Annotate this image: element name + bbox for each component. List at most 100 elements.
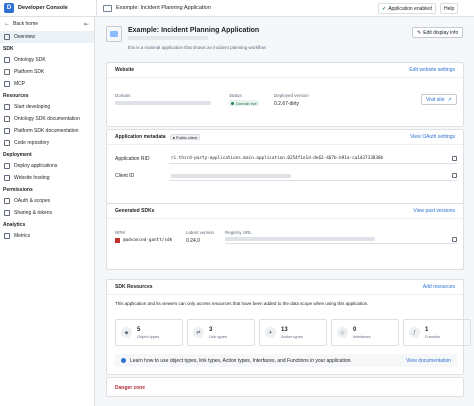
cube-icon: ◆ — [121, 327, 132, 338]
sidebar-item-deploy-applications[interactable]: Deploy applications — [0, 160, 94, 172]
check-icon: ✓ — [382, 5, 387, 12]
generated-sdks-card: Generated SDKs View past versions NPM @a… — [106, 203, 464, 270]
sidebar-item-oauth-scopes[interactable]: OAuth & scopes — [0, 195, 94, 207]
sidebar-item-ontology-sdk-docs[interactable]: Ontology SDK documentation — [0, 113, 94, 125]
latest-version-label: Latest version — [186, 230, 215, 235]
breadcrumb[interactable]: Example: Incident Planning Application — [116, 5, 211, 11]
npm-label: NPM — [115, 230, 125, 235]
chart-icon — [4, 233, 10, 239]
top-bar: D Developer Console Example: Incident Pl… — [0, 0, 474, 17]
application-rid-row: Application RID ri.third-party-applicati… — [115, 154, 457, 164]
link-icon: ⇄ — [193, 327, 204, 338]
visit-site-button[interactable]: Visit site ↗ — [421, 94, 457, 105]
deployed-version-value: 0.2.67-dirty — [274, 101, 300, 107]
git-repo-icon — [4, 140, 10, 146]
danger-zone-title: Danger zone — [115, 385, 146, 391]
website-card: Website Edit website settings Domain Sta… — [106, 62, 464, 127]
copy-icon[interactable] — [452, 173, 457, 178]
mcp-icon — [4, 81, 10, 87]
resources-info-bar: Learn how to use object types, link type… — [115, 354, 457, 367]
application-metadata-card: Application metadata ● Public client View… — [106, 129, 464, 204]
object-types-tile[interactable]: ◆ 5 Object types — [115, 319, 183, 346]
interface-icon: ◇ — [337, 327, 348, 338]
client-id-row: Client ID — [115, 171, 457, 181]
status-label: Status — [229, 93, 242, 98]
deployed-version-label: Deployed version — [274, 93, 309, 98]
danger-zone-card[interactable]: Danger zone — [106, 377, 464, 397]
resources-info-text: Learn how to use object types, link type… — [130, 357, 352, 364]
domain-label: Domain — [115, 93, 131, 98]
sidebar-item-platform-sdk-docs[interactable]: Platform SDK documentation — [0, 125, 94, 137]
sidebar-item-mcp[interactable]: MCP — [0, 78, 94, 90]
application-icon — [103, 4, 112, 12]
function-icon: ƒ — [409, 327, 420, 338]
npm-icon — [115, 238, 120, 243]
view-oauth-settings-link[interactable]: View OAuth settings — [410, 134, 455, 140]
edit-icon: ✎ — [417, 29, 422, 36]
lock-icon: ● — [172, 134, 175, 140]
sidebar-item-start-developing[interactable]: Start developing — [0, 101, 94, 113]
sidebar-section-sdk: SDK — [3, 45, 14, 52]
interfaces-tile[interactable]: ◇ 0 Interfaces — [331, 319, 399, 346]
website-card-title: Website — [115, 67, 135, 73]
sidebar-item-platform-sdk[interactable]: Platform SDK — [0, 66, 94, 78]
cube-icon — [4, 57, 10, 63]
edit-display-info-button[interactable]: ✎ Edit display info — [412, 27, 464, 38]
app-thumbnail — [106, 26, 122, 42]
star-icon[interactable]: ☆ — [248, 27, 253, 34]
collapse-sidebar-icon[interactable]: ⇤ — [84, 21, 89, 28]
sidebar-item-overview[interactable]: Overview — [0, 31, 94, 43]
resource-type-grid: ◆ 5 Object types ⇄ 3 Link types ✦ 13 Action… — [115, 319, 471, 346]
app-header: Example: Incident Planning Application ☆… — [95, 17, 474, 57]
redacted-registry-url — [225, 237, 375, 241]
help-button[interactable]: Help — [440, 3, 459, 14]
main-content: Example: Incident Planning Application ☆… — [95, 17, 474, 406]
view-past-versions-link[interactable]: View past versions — [413, 208, 455, 214]
copy-icon[interactable] — [452, 156, 457, 161]
sidebar-section-deployment: Deployment — [3, 151, 32, 158]
sdk-resources-card: SDK Resources Add resources This applica… — [106, 279, 471, 375]
sidebar: ← Back home ⇤ Overview SDK Ontology SDK … — [0, 17, 95, 406]
edit-website-settings-link[interactable]: Edit website settings — [409, 67, 455, 73]
domain-live-badge: Domain live — [229, 100, 259, 106]
public-client-tag: ● Public client — [169, 134, 201, 140]
add-resources-link[interactable]: Add resources — [423, 284, 455, 290]
function-tile[interactable]: ƒ 1 Function — [403, 319, 471, 346]
app-name: Developer Console — [18, 5, 68, 11]
arrow-left-icon: ← — [4, 21, 10, 27]
app-description: this is a notional application that show… — [128, 45, 266, 50]
sidebar-item-website-hosting[interactable]: Website hosting — [0, 172, 94, 184]
action-icon: ✦ — [265, 327, 276, 338]
rocket-icon — [4, 104, 10, 110]
home-icon — [4, 34, 10, 40]
globe-icon — [4, 175, 10, 181]
client-id-label: Client ID — [115, 173, 135, 179]
link-types-tile[interactable]: ⇄ 3 Link types — [187, 319, 255, 346]
action-types-tile[interactable]: ✦ 13 Action types — [259, 319, 327, 346]
share-icon — [4, 210, 10, 216]
status-badge[interactable]: ✓ Application enabled — [378, 3, 436, 14]
sidebar-item-code-repository[interactable]: Code repository — [0, 137, 94, 149]
document-icon — [4, 116, 10, 122]
metadata-card-title: Application metadata — [115, 134, 166, 140]
application-rid-value: ri.third-party-applications.main.applica… — [171, 156, 384, 161]
sidebar-item-ontology-sdk[interactable]: Ontology SDK — [0, 54, 94, 66]
key-icon — [4, 198, 10, 204]
registry-url-label: Registry URL — [225, 230, 252, 235]
back-home-link[interactable]: ← Back home — [0, 17, 94, 31]
copy-icon[interactable] — [452, 237, 457, 242]
page-title: Example: Incident Planning Application — [128, 27, 260, 34]
resources-description: This application and its viewers can onl… — [115, 301, 369, 306]
redacted-subtitle — [128, 36, 208, 40]
sdks-card-title: Generated SDKs — [115, 208, 155, 214]
sidebar-item-metrics[interactable]: Metrics — [0, 230, 94, 242]
resources-card-title: SDK Resources — [115, 284, 153, 290]
deploy-icon — [4, 163, 10, 169]
sidebar-item-sharing-tokens[interactable]: Sharing & tokens — [0, 207, 94, 219]
code-icon — [4, 69, 10, 75]
document-icon — [4, 128, 10, 134]
package-name: @advanced-gantt/sdk — [123, 238, 173, 243]
redacted-domain — [115, 101, 211, 105]
view-documentation-link[interactable]: View documentation — [406, 358, 451, 364]
sidebar-section-resources: Resources — [3, 92, 29, 99]
